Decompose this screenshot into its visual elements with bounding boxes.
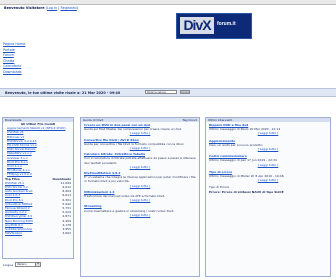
top-file-count: 3.602 bbox=[62, 231, 71, 236]
list-item: Codici commissioniera Ultimo messaggio d… bbox=[209, 154, 327, 167]
guides-list: Creare un DVD in due passi con un dvd Gu… bbox=[81, 122, 199, 218]
error-text: Errore: Errore di sintassi NAUV di tipo … bbox=[209, 189, 284, 194]
error-block: Tipo di Errore Errore: Errore di sintass… bbox=[209, 185, 327, 193]
logo-word: forum.it bbox=[217, 21, 236, 27]
last-visit-text: Benvenuto, le tue ultime visite risale a… bbox=[5, 91, 121, 95]
guides-column: Guide di DivX Tag Cloud Creare un DVD in… bbox=[80, 117, 200, 277]
welcome-text: Benvenuto Visitatore bbox=[4, 6, 45, 10]
read-more-link[interactable]: [ Leggi tutto ] bbox=[84, 198, 196, 202]
list-item: Streaming Come trasmettere e gestire in … bbox=[84, 204, 196, 217]
read-more-link[interactable]: [ Leggi tutto ] bbox=[209, 163, 327, 167]
site-logo[interactable]: DivX forum.it bbox=[176, 13, 252, 39]
guides-header: Guide di DivX bbox=[83, 118, 104, 122]
read-more-link[interactable]: [ Leggi tutto ] bbox=[209, 131, 327, 135]
login-link[interactable]: Log In bbox=[47, 6, 57, 10]
guides-box: Guide di DivX Tag Cloud Creare un DVD in… bbox=[80, 117, 200, 277]
chevron-down-icon: ▼ bbox=[35, 263, 41, 266]
read-more-link[interactable]: [ Leggi tutto ] bbox=[84, 213, 196, 217]
latest-files-list: Aggiornamenti MeGUI v1 (NFS-II 1Hotl) DV… bbox=[3, 126, 73, 176]
nav-downloads[interactable]: Downloads bbox=[3, 70, 29, 76]
messages-box: Ultimi Interventi Rippare DVD a fine dvd… bbox=[205, 117, 331, 277]
list-item: Creare un DVD in due passi con un dvd Gu… bbox=[84, 123, 196, 136]
list-item: Rippare DVD a fine dvd Ultimo messaggio … bbox=[209, 123, 327, 136]
main-nav: Pagina Home Portale Forum Chatta Calenda… bbox=[3, 42, 29, 76]
list-item: Calcolare bitrate: Xstrattore Tabella Co… bbox=[84, 152, 196, 169]
read-more-link[interactable]: [ Leggi tutto ] bbox=[84, 165, 196, 169]
list-item: DivXmodMotion 4.9.2 E' un sistema che in… bbox=[84, 171, 196, 188]
register-link[interactable]: Registrati bbox=[61, 6, 77, 10]
language-select[interactable]: Italiano ▼ bbox=[15, 262, 42, 267]
welcome-bar: Benvenuto Visitatore (Log In | Registrat… bbox=[4, 6, 79, 10]
language-value: Italiano bbox=[17, 263, 27, 266]
nav-home[interactable]: Pagina Home bbox=[3, 42, 29, 48]
read-more-link[interactable]: [ Leggi tutto ] bbox=[84, 146, 196, 150]
top-file-name[interactable]: MKVToolnix bbox=[5, 231, 22, 235]
guide-body: E' un sistema che integra le diverse app… bbox=[84, 175, 196, 184]
downloads-box: Downloads Gli Ultimi File Inviati Aggior… bbox=[2, 117, 74, 259]
list-item: Aggiornamento Ciao, un aiuto per il nuov… bbox=[209, 139, 327, 152]
top-files-list: DVDFab v5.x 11.099 DVD Shrink 3.2 9.612 Au… bbox=[3, 181, 73, 236]
status-bar: Benvenuto, le tue ultime visite risale a… bbox=[0, 88, 336, 97]
read-more-link[interactable]: [ Leggi tutto ] bbox=[84, 131, 196, 135]
list-item: Ottimizzazioni 1.2 Trasformare dei manua… bbox=[84, 190, 196, 203]
list-item: Convertire file DivX / AVI ti Xbox Guida… bbox=[84, 138, 196, 151]
messages-column: Ultimi Interventi Rippare DVD a fine dvd… bbox=[205, 117, 331, 277]
search-input[interactable]: Ricerca veloce bbox=[145, 90, 177, 94]
read-more-link[interactable]: [ Leggi tutto ] bbox=[209, 178, 327, 182]
read-more-link[interactable]: [ Leggi tutto ] bbox=[209, 147, 327, 151]
downloads-column: Downloads Gli Ultimi File Inviati Aggior… bbox=[2, 117, 74, 259]
search-button[interactable]: Cerca bbox=[180, 90, 190, 94]
language-label: Lingua bbox=[3, 262, 14, 267]
table-row: MKVToolnix 3.602 bbox=[5, 231, 71, 235]
browser-topbar bbox=[0, 0, 336, 5]
tag-cloud-header[interactable]: Tag Cloud bbox=[182, 118, 199, 122]
read-more-link[interactable]: [ Leggi tutto ] bbox=[84, 184, 196, 188]
messages-list: Rippare DVD a fine dvd Ultimo messaggio … bbox=[206, 122, 330, 195]
guide-body: Con il calcolatore di bitrate potrete ef… bbox=[84, 156, 196, 165]
logo-mark: DivX bbox=[180, 17, 214, 34]
list-item: Tipo di errore Ultimo messaggio di Miste… bbox=[209, 170, 327, 183]
language-selector: Lingua Italiano ▼ bbox=[3, 262, 42, 267]
